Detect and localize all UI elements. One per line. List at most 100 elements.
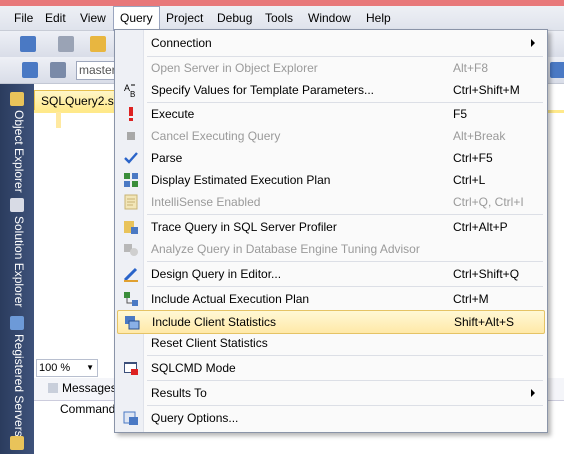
menu-item-label: Parse — [151, 151, 183, 165]
menu-item-shortcut: F5 — [453, 107, 468, 121]
submenu-arrow-icon — [531, 389, 535, 397]
tab-registered-servers[interactable]: Registered Servers — [8, 334, 26, 437]
toolbar-right-icon[interactable] — [550, 62, 564, 78]
menu-item-query-options[interactable]: Query Options... — [117, 407, 545, 429]
template-params-icon: A B — [124, 83, 135, 98]
menu-bar: File Edit View Query Project Debug Tools… — [0, 6, 564, 31]
menu-item-label: SQLCMD Mode — [151, 361, 236, 375]
menu-item-results-to[interactable]: Results To — [117, 382, 545, 404]
menu-item-label: Reset Client Statistics — [151, 336, 268, 350]
menu-item-display-estimated-plan[interactable]: Display Estimated Execution Plan Ctrl+L — [117, 169, 545, 191]
menu-query[interactable]: Query — [113, 6, 160, 31]
solution-explorer-icon — [10, 198, 24, 212]
menu-item-label: Include Client Statistics — [152, 315, 277, 329]
menu-item-shortcut: Ctrl+M — [453, 292, 489, 306]
menu-separator — [147, 214, 543, 215]
menu-item-parse[interactable]: Parse Ctrl+F5 — [117, 147, 545, 169]
svg-text:B: B — [130, 90, 135, 98]
menu-separator — [147, 286, 543, 287]
zoom-value: 100 % — [39, 362, 71, 374]
menu-item-execute[interactable]: Execute F5 — [117, 103, 545, 125]
submenu-arrow-icon — [531, 39, 535, 47]
menu-item-label: Design Query in Editor... — [151, 267, 282, 281]
menu-item-include-actual-plan[interactable]: Include Actual Execution Plan Ctrl+M — [117, 288, 545, 310]
menu-help[interactable]: Help — [360, 6, 397, 30]
menu-separator — [147, 405, 543, 406]
menu-item-label: Open Server in Object Explorer — [151, 61, 318, 75]
execution-plan-icon — [124, 173, 138, 187]
menu-view[interactable]: View — [74, 6, 112, 30]
menu-window[interactable]: Window — [302, 6, 357, 30]
menu-item-intellisense-enabled[interactable]: IntelliSense Enabled Ctrl+Q, Ctrl+I — [117, 191, 545, 213]
menu-item-cancel-executing-query[interactable]: Cancel Executing Query Alt+Break — [117, 125, 545, 147]
menu-item-shortcut: Alt+Break — [453, 129, 506, 143]
actual-plan-icon — [124, 292, 138, 306]
menu-separator — [147, 261, 543, 262]
menu-item-trace-query-profiler[interactable]: Trace Query in SQL Server Profiler Ctrl+… — [117, 216, 545, 238]
menu-item-include-client-statistics[interactable]: Include Client Statistics Shift+Alt+S — [117, 310, 545, 334]
menu-item-label: Connection — [151, 36, 212, 50]
menu-item-shortcut: Alt+F8 — [453, 61, 489, 75]
messages-tab[interactable]: Messages — [48, 381, 117, 395]
menu-item-label: Include Actual Execution Plan — [151, 292, 310, 306]
tuning-advisor-icon — [124, 244, 138, 256]
menu-item-sqlcmd-mode[interactable]: SQLCMD Mode — [117, 357, 545, 379]
menu-item-specify-template-values[interactable]: A B Specify Values for Template Paramete… — [117, 79, 545, 101]
menu-item-label: Execute — [151, 107, 195, 121]
client-stats-icon — [125, 316, 140, 330]
properties-icon — [10, 436, 24, 450]
zoom-select[interactable]: 100 % ▼ — [36, 359, 98, 377]
new-query-icon[interactable] — [20, 36, 36, 52]
menu-item-shortcut: Ctrl+Q, Ctrl+I — [453, 195, 524, 209]
intellisense-icon — [124, 194, 138, 210]
query-menu: Connection Open Server in Object Explore… — [114, 29, 548, 433]
registered-servers-icon — [10, 316, 24, 330]
menu-item-shortcut: Ctrl+F5 — [453, 151, 493, 165]
tab-object-explorer[interactable]: Object Explorer — [8, 110, 26, 193]
menu-item-analyze-tuning-advisor[interactable]: Analyze Query in Database Engine Tuning … — [117, 238, 545, 260]
menu-item-open-server-in-object-explorer[interactable]: Open Server in Object Explorer Alt+F8 — [117, 57, 545, 79]
menu-item-label: Trace Query in SQL Server Profiler — [151, 220, 337, 234]
object-explorer-icon — [10, 92, 24, 106]
menu-item-connection[interactable]: Connection — [117, 32, 545, 54]
query-options-icon — [123, 411, 138, 425]
menu-separator — [147, 380, 543, 381]
connect-icon[interactable] — [22, 62, 38, 78]
tab-solution-explorer[interactable]: Solution Explorer — [8, 216, 26, 307]
stop-icon — [127, 132, 135, 140]
menu-item-label: Cancel Executing Query — [151, 129, 281, 143]
menu-project[interactable]: Project — [160, 6, 209, 30]
text-caret — [56, 112, 61, 128]
menu-item-shortcut: Ctrl+Alt+P — [453, 220, 508, 234]
execute-icon — [129, 107, 133, 121]
menu-item-label: Analyze Query in Database Engine Tuning … — [151, 242, 420, 256]
available-databases-select[interactable]: master — [76, 61, 118, 80]
change-connection-icon[interactable] — [50, 62, 66, 78]
menu-item-label: Results To — [151, 386, 207, 400]
menu-item-design-query[interactable]: Design Query in Editor... Ctrl+Shift+Q — [117, 263, 545, 285]
menu-item-label: Display Estimated Execution Plan — [151, 173, 331, 187]
menu-item-label: IntelliSense Enabled — [151, 195, 261, 209]
menu-debug[interactable]: Debug — [211, 6, 258, 30]
messages-tab-label: Messages — [62, 381, 117, 395]
menu-item-shortcut: Ctrl+Shift+Q — [453, 267, 520, 281]
checkmark-icon — [124, 152, 138, 164]
menu-item-label: Query Options... — [151, 411, 239, 425]
design-query-icon — [123, 267, 138, 282]
menu-item-label: Specify Values for Template Parameters..… — [151, 83, 374, 97]
menu-item-shortcut: Ctrl+Shift+M — [453, 83, 520, 97]
chevron-down-icon: ▼ — [86, 363, 94, 372]
open-file-icon[interactable] — [90, 36, 106, 52]
messages-icon — [48, 383, 58, 393]
profiler-icon — [124, 221, 138, 234]
menu-file[interactable]: File — [8, 6, 39, 30]
menu-edit[interactable]: Edit — [39, 6, 72, 30]
menu-item-reset-client-statistics[interactable]: Reset Client Statistics — [117, 332, 545, 354]
menu-tools[interactable]: Tools — [259, 6, 299, 30]
sqlcmd-icon — [124, 362, 138, 375]
side-tool-strip: Object Explorer Solution Explorer Regist… — [0, 84, 35, 454]
database-engine-query-icon[interactable] — [58, 36, 74, 52]
menu-item-shortcut: Ctrl+L — [453, 173, 486, 187]
menu-separator — [147, 355, 543, 356]
menu-item-shortcut: Shift+Alt+S — [454, 315, 515, 329]
